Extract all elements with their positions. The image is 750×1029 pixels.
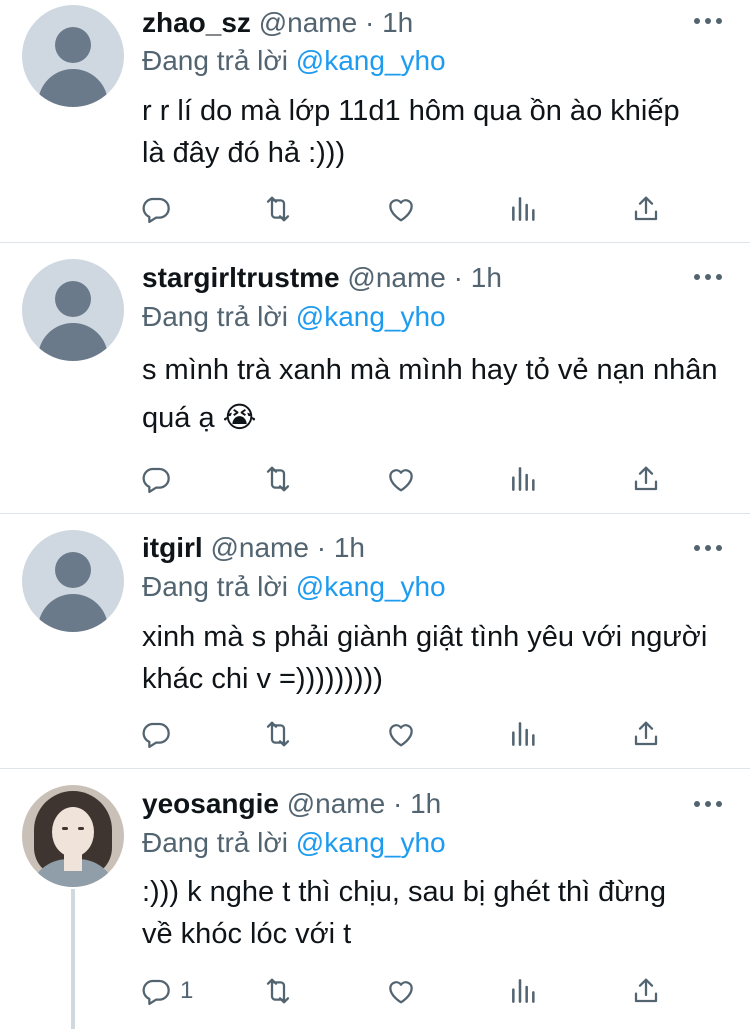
handle[interactable]: @name xyxy=(287,788,385,819)
reply-button[interactable] xyxy=(140,462,180,496)
views-button[interactable] xyxy=(508,717,540,751)
views-button[interactable] xyxy=(508,192,540,226)
separator-dot: · xyxy=(392,788,403,819)
like-button[interactable] xyxy=(385,192,417,226)
like-icon xyxy=(389,981,413,1004)
reply-prefix: Đang trả lời xyxy=(142,827,288,858)
views-icon xyxy=(512,722,535,746)
replying-to: Đang trả lời @kang_yho xyxy=(142,44,446,78)
tweet-text: r r lí do mà lớp 11d1 hôm qua ồn ào khiế… xyxy=(142,95,680,169)
timestamp[interactable]: 1h xyxy=(334,532,365,563)
avatar[interactable] xyxy=(22,259,124,361)
tweet-text: xinh mà s phải giành giật tình yêu với n… xyxy=(142,621,708,695)
retweet-button[interactable] xyxy=(262,717,294,751)
retweet-button[interactable] xyxy=(262,462,294,496)
reply-icon xyxy=(142,979,170,1006)
like-button[interactable] xyxy=(385,462,417,496)
share-button[interactable] xyxy=(630,717,662,751)
like-icon xyxy=(389,469,413,492)
separator-dot: · xyxy=(316,532,327,563)
username[interactable]: stargirltrustme xyxy=(142,262,340,293)
tweet-header: zhao_sz @name · 1h xyxy=(142,6,413,40)
more-icon[interactable] xyxy=(694,272,724,282)
reply-prefix: Đang trả lời xyxy=(142,45,288,76)
username[interactable]: zhao_sz xyxy=(142,7,251,38)
action-bar xyxy=(140,717,680,751)
reply-button[interactable] xyxy=(140,717,180,751)
replying-to: Đang trả lời @kang_yho xyxy=(142,570,446,604)
mention-link[interactable]: @kang_yho xyxy=(296,45,446,76)
action-bar xyxy=(140,192,680,226)
reply-icon xyxy=(142,197,170,224)
retweet-button[interactable] xyxy=(262,192,294,226)
timestamp[interactable]: 1h xyxy=(382,7,413,38)
share-icon xyxy=(634,196,658,221)
tweet-2[interactable]: stargirltrustme @name · 1h Đang trả lời … xyxy=(0,243,750,513)
avatar[interactable] xyxy=(22,5,124,107)
tweet-header: yeosangie @name · 1h xyxy=(142,787,441,821)
action-bar xyxy=(140,462,680,496)
retweet-icon xyxy=(266,196,290,222)
username[interactable]: yeosangie xyxy=(142,788,279,819)
handle[interactable]: @name xyxy=(210,532,308,563)
more-icon[interactable] xyxy=(694,16,724,26)
views-button[interactable] xyxy=(508,974,540,1008)
tweet-4[interactable]: yeosangie @name · 1h Đang trả lời @kang_… xyxy=(0,769,750,1029)
like-icon xyxy=(389,199,413,222)
tweet-header: stargirltrustme @name · 1h xyxy=(142,261,502,295)
retweet-icon xyxy=(266,978,290,1004)
separator-dot: · xyxy=(364,7,375,38)
views-button[interactable] xyxy=(508,462,540,496)
reply-button[interactable] xyxy=(140,192,180,226)
separator-dot: · xyxy=(453,262,463,293)
reply-prefix: Đang trả lời xyxy=(142,571,288,602)
share-icon xyxy=(634,978,658,1003)
tweet-text: s mình trà xanh mà mình hay tỏ vẻ nạn nh… xyxy=(142,354,718,434)
more-icon[interactable] xyxy=(694,799,724,809)
reply-button[interactable]: 1 xyxy=(140,974,193,1008)
tweet-3[interactable]: itgirl @name · 1h Đang trả lời @kang_yho… xyxy=(0,514,750,768)
avatar[interactable] xyxy=(22,530,124,632)
retweet-icon xyxy=(266,721,290,747)
reply-count: 1 xyxy=(180,977,194,1004)
tweet-text: :))) k nghe t thì chịu, sau bị ghét thì … xyxy=(142,876,666,950)
views-icon xyxy=(512,197,535,221)
share-button[interactable] xyxy=(630,462,662,496)
share-icon xyxy=(634,466,658,491)
like-button[interactable] xyxy=(385,974,417,1008)
handle[interactable]: @name xyxy=(347,262,445,293)
mention-link[interactable]: @kang_yho xyxy=(296,571,446,602)
share-icon xyxy=(634,721,658,746)
retweet-icon xyxy=(266,466,290,492)
views-icon xyxy=(512,979,535,1003)
tweet-1[interactable]: zhao_sz @name · 1h Đang trả lời @kang_yh… xyxy=(0,0,750,242)
handle[interactable]: @name xyxy=(259,7,357,38)
action-bar: 1 xyxy=(140,974,680,1008)
timestamp[interactable]: 1h xyxy=(471,262,502,293)
retweet-button[interactable] xyxy=(262,974,294,1008)
thread-line xyxy=(71,889,75,1029)
like-button[interactable] xyxy=(385,717,417,751)
share-button[interactable] xyxy=(630,974,662,1008)
more-icon[interactable] xyxy=(694,543,724,553)
replying-to: Đang trả lời @kang_yho xyxy=(142,300,446,334)
tweet-header: itgirl @name · 1h xyxy=(142,531,365,565)
views-icon xyxy=(512,467,535,491)
reply-icon xyxy=(142,467,170,494)
like-icon xyxy=(389,724,413,747)
share-button[interactable] xyxy=(630,192,662,226)
timestamp[interactable]: 1h xyxy=(410,788,441,819)
mention-link[interactable]: @kang_yho xyxy=(296,827,446,858)
reply-icon xyxy=(142,722,170,749)
reply-prefix: Đang trả lời xyxy=(142,301,288,332)
username[interactable]: itgirl xyxy=(142,532,203,563)
avatar[interactable] xyxy=(22,785,124,887)
mention-link[interactable]: @kang_yho xyxy=(296,301,446,332)
replying-to: Đang trả lời @kang_yho xyxy=(142,826,446,860)
